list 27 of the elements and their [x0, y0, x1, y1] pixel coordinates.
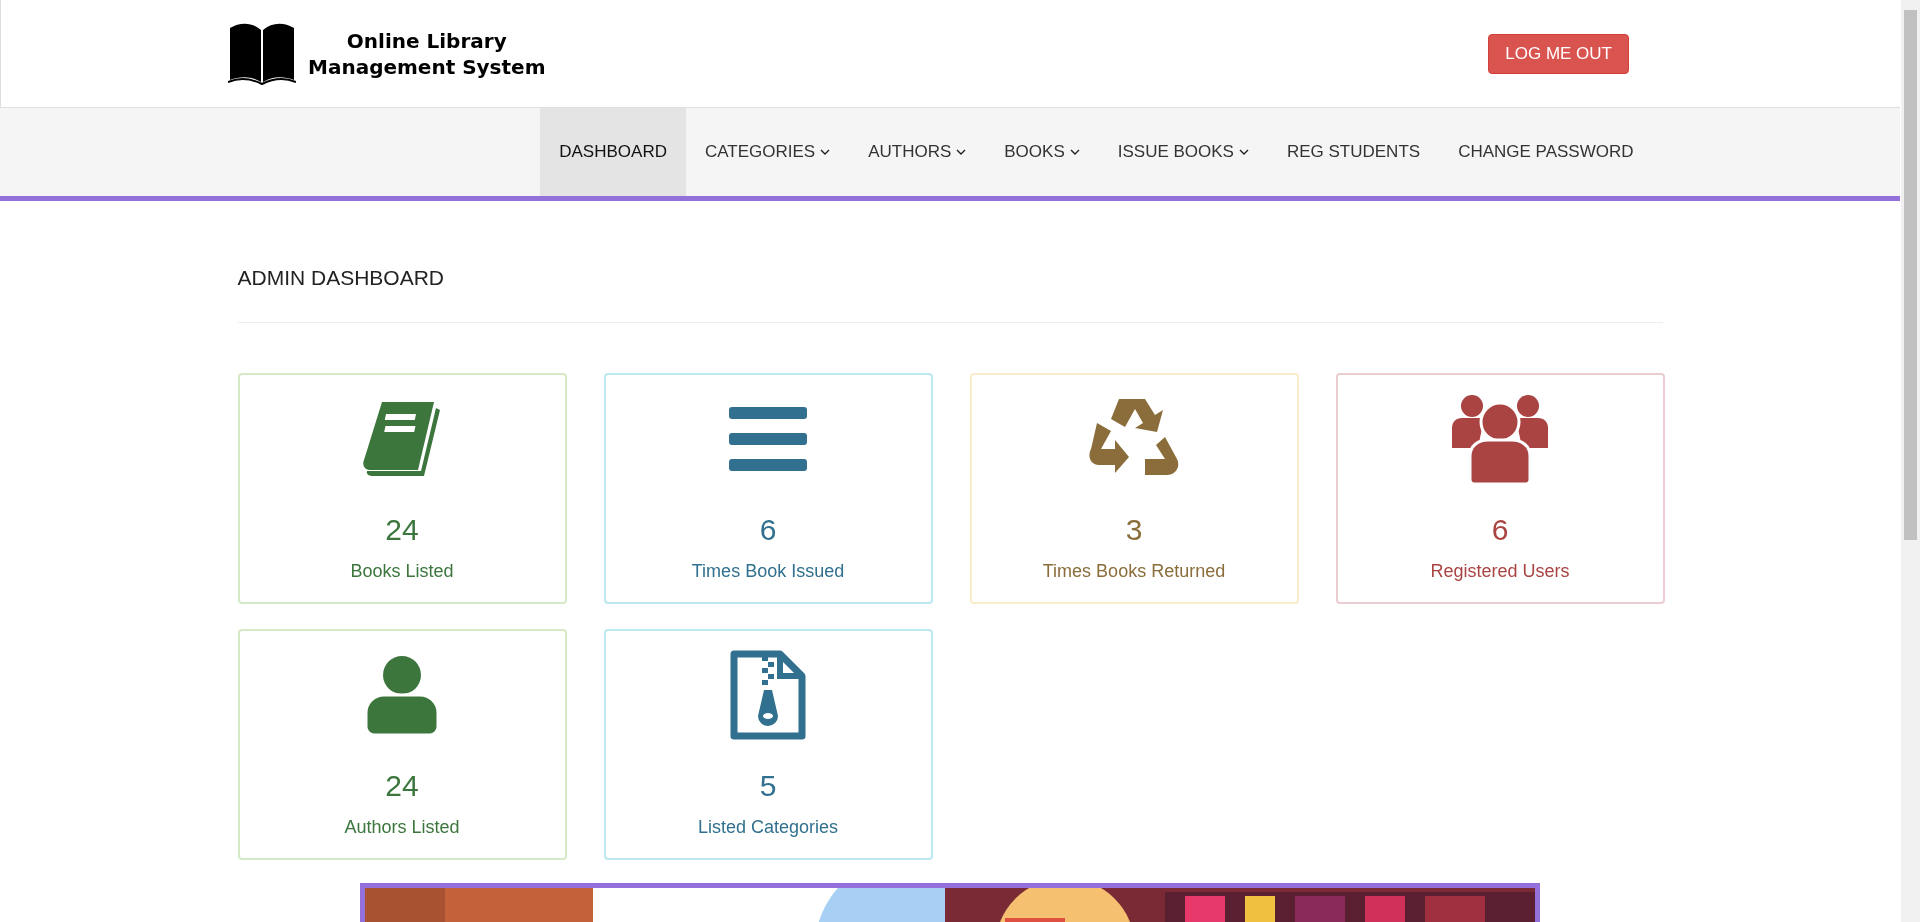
stat-label: Books Listed	[350, 561, 454, 582]
stat-count: 24	[385, 769, 419, 803]
site-title: Online Library Management System	[308, 27, 546, 80]
menu-icon	[729, 407, 807, 471]
book-icon	[362, 400, 442, 478]
nav-item[interactable]: DASHBOARD	[540, 108, 686, 196]
stat-count: 5	[759, 769, 777, 803]
zip-file-icon	[730, 650, 806, 740]
stat-count: 6	[759, 513, 777, 547]
caret-icon	[1238, 148, 1249, 156]
stat-count: 6	[1491, 513, 1509, 547]
stat-count: 3	[1125, 513, 1143, 547]
open-book-logo-icon	[228, 21, 296, 86]
users-icon	[1452, 394, 1548, 484]
stat-label: Registered Users	[1430, 561, 1570, 582]
caret-icon	[956, 148, 967, 156]
stat-count: 24	[385, 513, 419, 547]
stat-label: Times Books Returned	[1042, 561, 1226, 582]
stat-label: Authors Listed	[344, 817, 460, 838]
stat-label: Listed Categories	[697, 817, 839, 838]
user-icon	[366, 655, 438, 735]
caret-icon	[820, 148, 831, 156]
scrollbar[interactable]	[1901, 0, 1920, 922]
stat-label: Times Book Issued	[691, 561, 845, 582]
page-title: ADMIN DASHBOARD	[237, 265, 446, 290]
logout-button[interactable]: LOG ME OUT	[1488, 33, 1629, 74]
caret-icon	[1069, 148, 1080, 156]
